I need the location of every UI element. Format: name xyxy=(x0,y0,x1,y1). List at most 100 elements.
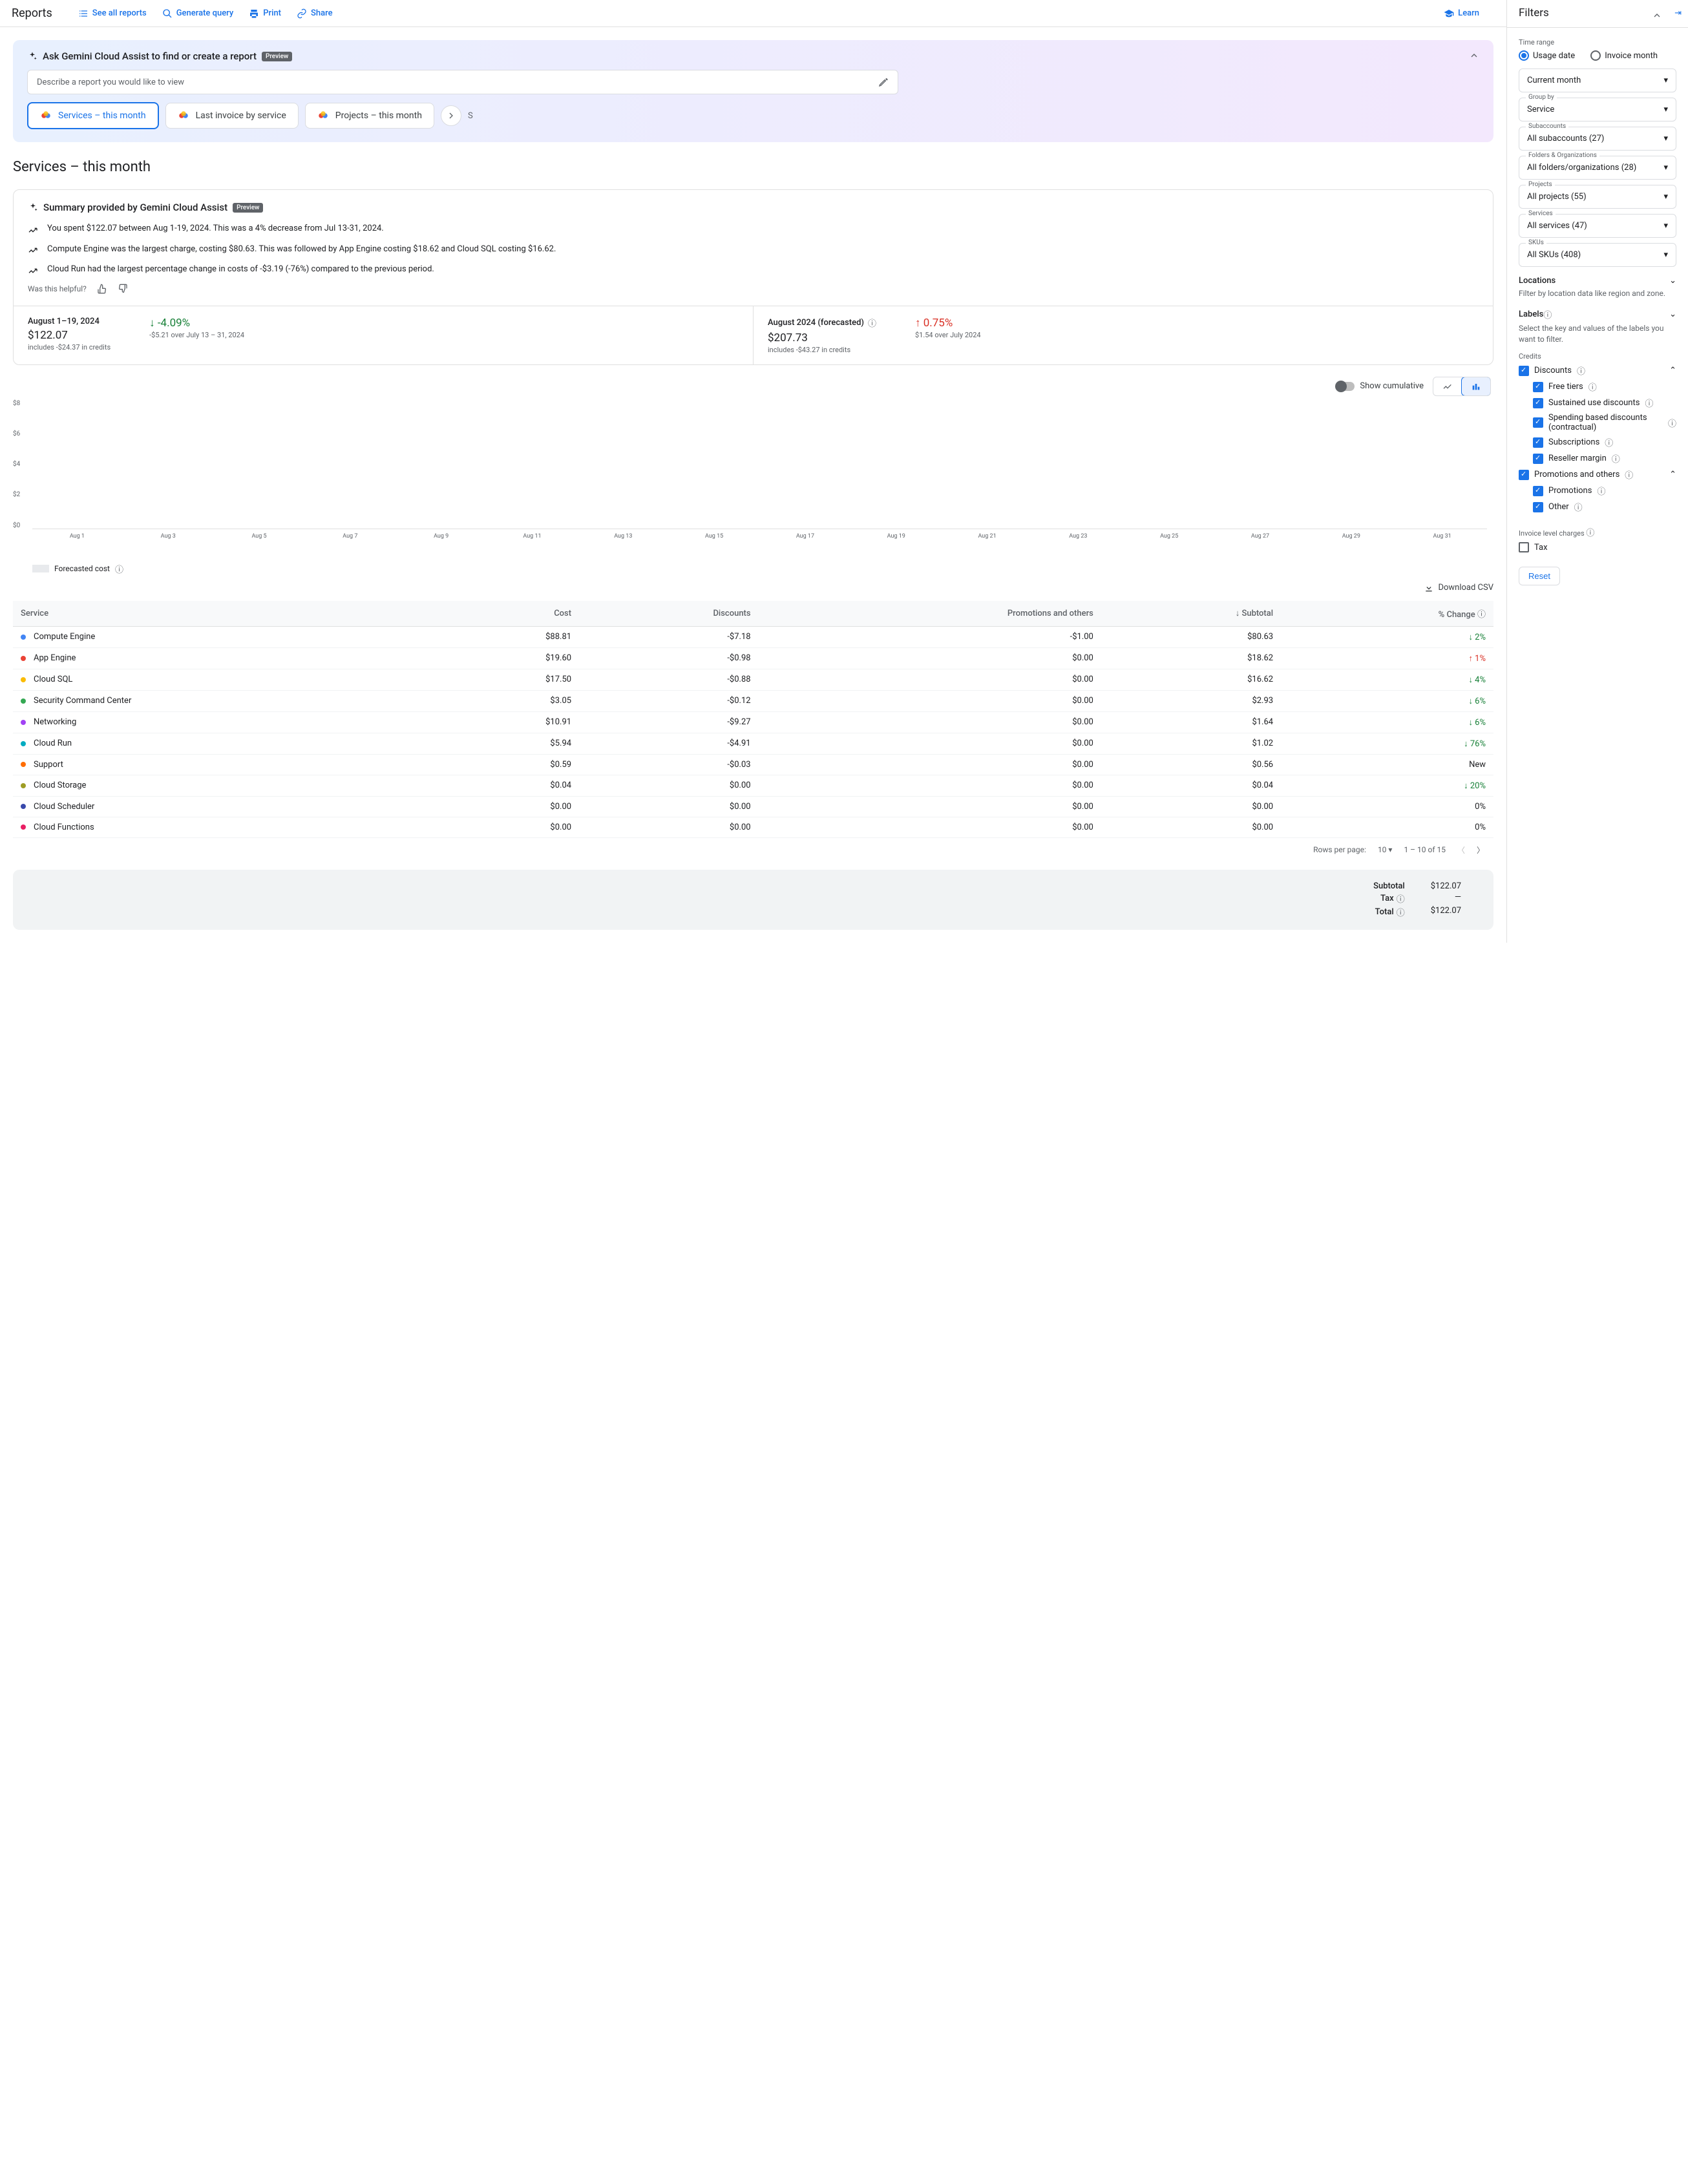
cb-tax[interactable]: Tax xyxy=(1519,542,1676,552)
month-select[interactable]: Current month▾ xyxy=(1519,68,1676,92)
summary-collapse-icon[interactable] xyxy=(1652,10,1662,21)
table-row[interactable]: Security Command Center$3.05-$0.12$0.00$… xyxy=(13,690,1493,711)
bar-chart-button[interactable] xyxy=(1461,377,1491,396)
labels-section[interactable]: Labels ⓘ⌄ xyxy=(1519,308,1676,320)
tax-value: — xyxy=(1431,892,1461,905)
share-link[interactable]: Share xyxy=(297,8,333,19)
projects-select[interactable]: ProjectsAll projects (55)▾ xyxy=(1519,185,1676,209)
radio-invoice-month[interactable]: Invoice month xyxy=(1590,50,1658,61)
graduation-icon xyxy=(1444,8,1454,19)
cb-discounts[interactable]: Discountsⓘ⌃ xyxy=(1519,364,1676,377)
cb-spending-based[interactable]: Spending based discounts (contractual)ⓘ xyxy=(1533,413,1676,432)
total-label: Total xyxy=(1375,907,1394,917)
th-discounts[interactable]: Discounts xyxy=(579,601,759,627)
chevron-down-icon: ⌄ xyxy=(1669,276,1676,286)
th-promos[interactable]: Promotions and others xyxy=(759,601,1101,627)
prev-page-button[interactable]: 〈 xyxy=(1457,845,1465,856)
chip-next-button[interactable] xyxy=(441,105,461,126)
cb-reseller-margin[interactable]: Reseller marginⓘ xyxy=(1533,452,1676,465)
table-row[interactable]: Compute Engine$88.81-$7.18-$1.00$80.63↓ … xyxy=(13,626,1493,647)
locations-section[interactable]: Locations⌄ xyxy=(1519,276,1676,286)
period-left: August 1–19, 2024 xyxy=(28,317,111,326)
download-icon xyxy=(1424,583,1434,593)
page-heading: Reports xyxy=(12,6,52,20)
table-row[interactable]: Cloud SQL$17.50-$0.88$0.00$16.62↓ 4% xyxy=(13,669,1493,690)
delta-right: ↑ 0.75% xyxy=(915,317,981,330)
help-icon[interactable]: ⓘ xyxy=(1586,529,1594,538)
cb-other[interactable]: Otherⓘ xyxy=(1533,501,1676,513)
help-icon[interactable]: ⓘ xyxy=(868,317,876,329)
rows-per-page-select[interactable]: 10 ▾ xyxy=(1378,845,1393,854)
table-row[interactable]: Cloud Run$5.94-$4.91$0.00$1.02↓ 76% xyxy=(13,733,1493,754)
cumulative-label: Show cumulative xyxy=(1360,381,1424,391)
trend-icon xyxy=(28,264,38,277)
trend-icon xyxy=(28,224,38,236)
total-value: $122.07 xyxy=(1431,906,1461,918)
table-row[interactable]: Support$0.59-$0.03$0.00$0.56New xyxy=(13,754,1493,775)
expand-filters-icon[interactable]: ⇥ xyxy=(1674,8,1682,18)
th-change[interactable]: % Change ⓘ xyxy=(1281,601,1493,627)
table-row[interactable]: Cloud Functions$0.00$0.00$0.00$0.000% xyxy=(13,817,1493,837)
radio-usage-date[interactable]: Usage date xyxy=(1519,50,1575,61)
filters-title: Filters xyxy=(1519,6,1549,19)
learn-link[interactable]: Learn xyxy=(1444,8,1479,19)
print-link[interactable]: Print xyxy=(249,8,281,19)
next-page-button[interactable]: 〉 xyxy=(1477,845,1484,856)
cumulative-toggle[interactable] xyxy=(1336,382,1355,391)
skus-select[interactable]: SKUsAll SKUs (408)▾ xyxy=(1519,243,1676,267)
th-subtotal[interactable]: ↓ Subtotal xyxy=(1101,601,1281,627)
collapse-icon[interactable] xyxy=(1469,50,1479,61)
reset-button[interactable]: Reset xyxy=(1519,567,1560,585)
line-chart-button[interactable] xyxy=(1433,377,1462,395)
help-icon[interactable]: ⓘ xyxy=(115,563,123,575)
delta-sub-left: -$5.21 over July 13 – 31, 2024 xyxy=(149,331,244,339)
chip-services-this-month[interactable]: Services – this month xyxy=(27,102,159,129)
cb-subscriptions[interactable]: Subscriptionsⓘ xyxy=(1533,436,1676,448)
summary-header-text: Summary provided by Gemini Cloud Assist xyxy=(43,202,227,213)
invoice-level-label: Invoice level charges xyxy=(1519,529,1585,538)
see-all-reports-link[interactable]: See all reports xyxy=(78,8,147,19)
th-cost[interactable]: Cost xyxy=(439,601,579,627)
table-row[interactable]: Cloud Storage$0.04$0.00$0.00$0.04↓ 20% xyxy=(13,775,1493,796)
help-icon[interactable]: ⓘ xyxy=(1397,892,1405,905)
table-row[interactable]: App Engine$19.60-$0.98$0.00$18.62↑ 1% xyxy=(13,647,1493,669)
forecast-legend-label: Forecasted cost xyxy=(54,564,110,573)
cb-free-tiers[interactable]: Free tiersⓘ xyxy=(1533,381,1676,393)
th-service[interactable]: Service xyxy=(13,601,439,627)
amount-right: $207.73 xyxy=(768,331,876,344)
cb-sustained-use[interactable]: Sustained use discountsⓘ xyxy=(1533,397,1676,409)
folders-select[interactable]: Folders & OrganizationsAll folders/organ… xyxy=(1519,156,1676,180)
groupby-select[interactable]: Group byService▾ xyxy=(1519,98,1676,121)
page-range: 1 – 10 of 15 xyxy=(1404,845,1446,854)
locations-desc: Filter by location data like region and … xyxy=(1519,288,1676,299)
sparkle-icon xyxy=(28,202,38,213)
sparkle-icon xyxy=(27,51,37,61)
cb-promotions[interactable]: Promotionsⓘ xyxy=(1533,485,1676,497)
download-csv-link[interactable]: Download CSV xyxy=(13,583,1493,593)
delta-left: ↓ -4.09% xyxy=(149,317,244,330)
table-row[interactable]: Networking$10.91-$9.27$0.00$1.64↓ 6% xyxy=(13,711,1493,733)
rows-per-page-label: Rows per page: xyxy=(1313,845,1366,854)
list-icon xyxy=(78,8,89,19)
time-range-label: Time range xyxy=(1519,38,1676,47)
helpful-label: Was this helpful? xyxy=(28,284,87,293)
pen-icon xyxy=(878,77,889,87)
chip-last-invoice[interactable]: Last invoice by service xyxy=(165,103,299,129)
preview-badge: Preview xyxy=(233,203,263,213)
chip-projects-this-month[interactable]: Projects – this month xyxy=(305,103,434,129)
cb-promotions-and-others[interactable]: Promotions and othersⓘ⌃ xyxy=(1519,468,1676,481)
help-icon[interactable]: ⓘ xyxy=(1397,906,1405,918)
delta-sub-right: $1.54 over July 2024 xyxy=(915,331,981,339)
thumbs-down-icon[interactable] xyxy=(118,284,128,294)
thumbs-up-icon[interactable] xyxy=(97,284,107,294)
gemini-input[interactable]: Describe a report you would like to view xyxy=(27,70,898,94)
totals-card: Subtotal $122.07 Tax ⓘ — Total ⓘ $122.07 xyxy=(13,870,1493,930)
credits-left: includes -$24.37 in credits xyxy=(28,343,111,352)
trend-icon xyxy=(28,244,38,257)
services-select[interactable]: ServicesAll services (47)▾ xyxy=(1519,214,1676,238)
labels-desc: Select the key and values of the labels … xyxy=(1519,323,1676,345)
subaccounts-select[interactable]: SubaccountsAll subaccounts (27)▾ xyxy=(1519,127,1676,151)
gemini-placeholder: Describe a report you would like to view xyxy=(37,78,184,87)
table-row[interactable]: Cloud Scheduler$0.00$0.00$0.00$0.000% xyxy=(13,796,1493,817)
generate-query-link[interactable]: Generate query xyxy=(162,8,234,19)
